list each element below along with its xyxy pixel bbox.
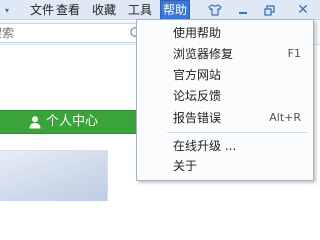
shirt-icon-graphic bbox=[208, 4, 222, 16]
menu-item-label: 报告错误 bbox=[173, 111, 222, 125]
menu-help[interactable]: 帮助 bbox=[160, 0, 190, 20]
shirt-icon[interactable] bbox=[204, 0, 226, 20]
menu-item-label: 官方网站 bbox=[173, 68, 222, 82]
search-box bbox=[0, 23, 146, 43]
banner-image bbox=[0, 150, 108, 201]
minimize-icon[interactable] bbox=[232, 0, 254, 20]
help-menu-dropdown: 使用帮助 浏览器修复 F1 官方网站 论坛反馈 报告错误 Alt+R 在线升级 … bbox=[136, 19, 314, 181]
menu-item-report-error[interactable]: 报告错误 Alt+R bbox=[137, 108, 313, 128]
menu-bar: ▾ 文件 查看 收藏 工具 帮助 ✕ bbox=[0, 0, 320, 20]
menu-favorites[interactable]: 收藏 bbox=[92, 0, 116, 20]
browser-window: ▾ 文件 查看 收藏 工具 帮助 ✕ 搜索 个人中心 使用帮助 浏览器修复 F1… bbox=[0, 0, 320, 201]
menu-item-label: 使用帮助 bbox=[173, 26, 222, 40]
menu-item-browser-repair[interactable]: 浏览器修复 F1 bbox=[137, 44, 313, 64]
menu-item-online-upgrade[interactable]: 在线升级 ... bbox=[137, 136, 313, 156]
menu-item-official-site[interactable]: 官方网站 bbox=[137, 65, 313, 85]
user-center-button[interactable]: 个人中心 bbox=[0, 110, 138, 134]
menu-separator bbox=[167, 132, 307, 133]
user-icon bbox=[29, 116, 41, 129]
menu-item-help-usage[interactable]: 使用帮助 bbox=[137, 23, 313, 43]
search-input[interactable] bbox=[0, 24, 124, 42]
menu-item-shortcut: Alt+R bbox=[269, 111, 301, 124]
menu-item-shortcut: F1 bbox=[287, 47, 301, 60]
close-icon[interactable]: ✕ bbox=[292, 0, 314, 20]
dropdown-arrow-icon[interactable]: ▾ bbox=[0, 4, 14, 16]
menu-item-label: 关于 bbox=[173, 159, 198, 173]
menu-item-label: 论坛反馈 bbox=[173, 89, 222, 103]
minimize-icon-graphic bbox=[239, 12, 247, 14]
user-center-label: 个人中心 bbox=[46, 114, 99, 129]
menu-tools[interactable]: 工具 bbox=[128, 0, 152, 20]
menu-item-label: 在线升级 ... bbox=[173, 139, 237, 153]
menu-item-label: 浏览器修复 bbox=[173, 47, 234, 61]
restore-icon-graphic bbox=[263, 4, 275, 16]
menu-item-forum-feedback[interactable]: 论坛反馈 bbox=[137, 86, 313, 106]
menu-item-about[interactable]: 关于 bbox=[137, 156, 313, 176]
menu-view[interactable]: 查看 bbox=[56, 0, 80, 20]
menu-file[interactable]: 文件 bbox=[30, 0, 54, 20]
restore-icon[interactable] bbox=[258, 0, 280, 20]
